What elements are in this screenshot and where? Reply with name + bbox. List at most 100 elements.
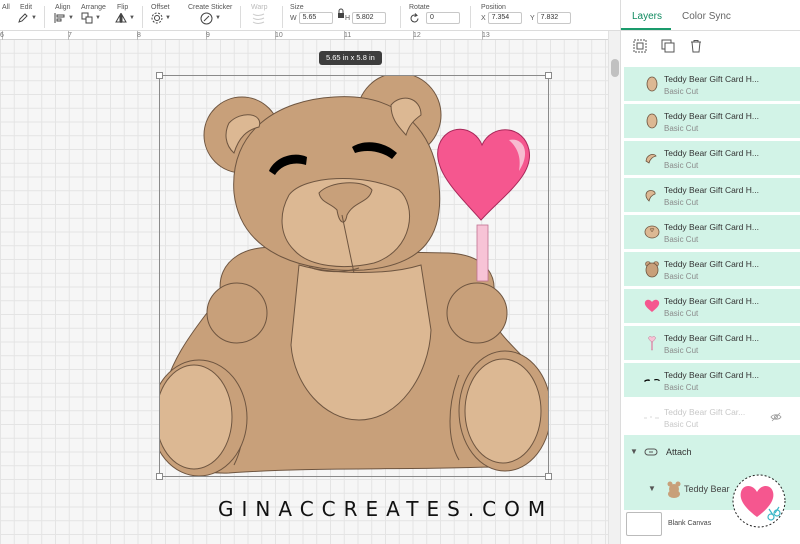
lines-shape-icon <box>644 416 659 419</box>
lollipop-shape-icon <box>648 336 656 351</box>
position-group: Position <box>481 4 506 11</box>
layer-row[interactable]: Teddy Bear Gift Card H... Basic Cut <box>624 252 800 286</box>
sticker-icon <box>200 12 213 24</box>
size-label: Size <box>290 4 304 11</box>
panel-actions <box>621 31 800 61</box>
duplicate-icon[interactable] <box>661 39 675 53</box>
offset-group: Offset <box>151 4 170 11</box>
layer-row[interactable]: Teddy Bear Gift Card H... Basic Cut <box>624 178 800 212</box>
offset-button[interactable]: ▼ <box>151 11 171 25</box>
oval-shape-icon <box>646 113 658 129</box>
height-control: H 5.802 <box>345 11 387 25</box>
flip-button[interactable]: ▼ <box>115 11 135 25</box>
arrange-label: Arrange <box>81 4 106 11</box>
layer-name: Teddy Bear Gift Card H... <box>664 185 759 195</box>
vertical-scrollbar[interactable] <box>608 31 620 544</box>
ear-shape-icon <box>645 190 656 202</box>
scrollbar-thumb[interactable] <box>611 59 619 77</box>
toolbar-divider <box>470 6 471 28</box>
selection-bounding-box[interactable] <box>156 72 552 480</box>
resize-handle-bottom-right[interactable] <box>545 473 552 480</box>
lock-ratio-button[interactable] <box>337 8 345 25</box>
ruler-label: 13 <box>482 32 490 39</box>
layer-row[interactable]: Teddy Bear Gift Card H... Basic Cut <box>624 67 800 101</box>
bear-thumbnail-icon <box>667 481 681 498</box>
layer-type: Basic Cut <box>664 161 699 170</box>
heart-scissors-logo <box>732 474 786 528</box>
oval-shape-icon <box>646 76 658 92</box>
warp-button[interactable] <box>252 11 265 25</box>
size-tooltip: 5.65 in x 5.8 in <box>319 51 382 65</box>
attach-group-row[interactable]: ▼ Attach <box>624 435 800 470</box>
hidden-eye-icon[interactable] <box>770 411 782 423</box>
edit-button[interactable]: ▼ <box>17 11 37 25</box>
layer-name: Teddy Bear Gift Card H... <box>664 370 759 380</box>
warp-icon <box>252 13 265 24</box>
ruler-label: 12 <box>413 32 421 39</box>
select-all-label: All <box>2 4 10 11</box>
rotate-icon <box>410 12 419 22</box>
rotate-control: 0 <box>409 11 460 25</box>
layer-type: Basic Cut <box>664 309 699 318</box>
x-input[interactable]: 7.354 <box>487 12 522 24</box>
ruler-label: 9 <box>206 32 210 39</box>
flip-label: Flip <box>117 4 129 11</box>
blank-canvas-label: Blank Canvas <box>668 520 712 527</box>
chevron-down-icon: ▼ <box>95 15 101 21</box>
y-input[interactable]: 7.832 <box>536 12 571 24</box>
tab-layers[interactable]: Layers <box>621 11 672 30</box>
layer-row[interactable]: Teddy Bear Gift Card H... Basic Cut <box>624 215 800 249</box>
layer-type: Basic Cut <box>664 87 699 96</box>
rotate-input[interactable]: 0 <box>426 12 460 24</box>
layer-row[interactable]: Teddy Bear Gift Card H... Basic Cut <box>624 289 800 323</box>
x-label: X <box>481 14 486 22</box>
chevron-down-icon[interactable]: ▼ <box>648 484 656 493</box>
create-sticker-button[interactable]: ▼ <box>200 11 221 25</box>
select-all-group[interactable]: All <box>2 4 10 11</box>
rotate-group: Rotate <box>409 4 430 11</box>
align-button[interactable]: ▼ <box>54 11 74 25</box>
heart-shape-icon <box>644 299 660 312</box>
chevron-down-icon: ▼ <box>31 15 37 21</box>
blank-canvas-swatch[interactable] <box>626 512 662 536</box>
layer-row[interactable]: Teddy Bear Gift Card H... Basic Cut <box>624 363 800 397</box>
layer-name: Teddy Bear Gift Card H... <box>664 74 759 84</box>
width-control: W 5.65 <box>290 11 333 25</box>
offset-label: Offset <box>151 4 170 11</box>
layer-name: Teddy Bear Gift Card H... <box>664 111 759 121</box>
layer-row[interactable]: Teddy Bear Gift Card H... Basic Cut <box>624 326 800 360</box>
layer-type: Basic Cut <box>664 272 699 281</box>
ear-shape-icon <box>645 154 657 164</box>
height-input[interactable]: 5.802 <box>352 12 387 24</box>
ruler-label: 10 <box>275 32 283 39</box>
layer-row[interactable]: Teddy Bear Gift Card H... Basic Cut <box>624 104 800 138</box>
layer-row[interactable]: Teddy Bear Gift Card H... Basic Cut <box>624 141 800 175</box>
layer-name: Teddy Bear Gift Card H... <box>664 296 759 306</box>
resize-handle-top-left[interactable] <box>156 72 163 79</box>
panel-tabs: Layers Color Sync <box>621 0 800 31</box>
align-label: Align <box>55 4 71 11</box>
resize-handle-top-right[interactable] <box>545 72 552 79</box>
arrange-button[interactable]: ▼ <box>81 11 101 25</box>
resize-handle-bottom-left[interactable] <box>156 473 163 480</box>
lock-icon <box>338 8 344 18</box>
layer-row-hidden[interactable]: Teddy Bear Gift Car... Basic Cut <box>624 400 800 434</box>
create-sticker-label: Create Sticker <box>188 4 233 11</box>
layer-name: Teddy Bear Gift Card H... <box>664 148 759 158</box>
group-icon[interactable] <box>633 39 647 53</box>
align-icon <box>54 13 65 23</box>
width-input[interactable]: 5.65 <box>298 12 333 24</box>
pencil-icon <box>18 13 28 23</box>
layer-type: Basic Cut <box>664 346 699 355</box>
layer-type: Basic Cut <box>664 420 699 429</box>
height-label: H <box>345 14 351 22</box>
chevron-down-icon[interactable]: ▼ <box>630 447 638 456</box>
align-group: Align <box>55 4 71 11</box>
size-group: Size <box>290 4 304 11</box>
flip-icon <box>115 13 127 23</box>
delete-icon[interactable] <box>689 39 703 53</box>
layer-name: Teddy Bear Gift Car... <box>664 407 746 417</box>
tab-color-sync[interactable]: Color Sync <box>671 11 740 30</box>
toolbar-divider <box>240 6 241 28</box>
chevron-down-icon: ▼ <box>215 15 221 21</box>
